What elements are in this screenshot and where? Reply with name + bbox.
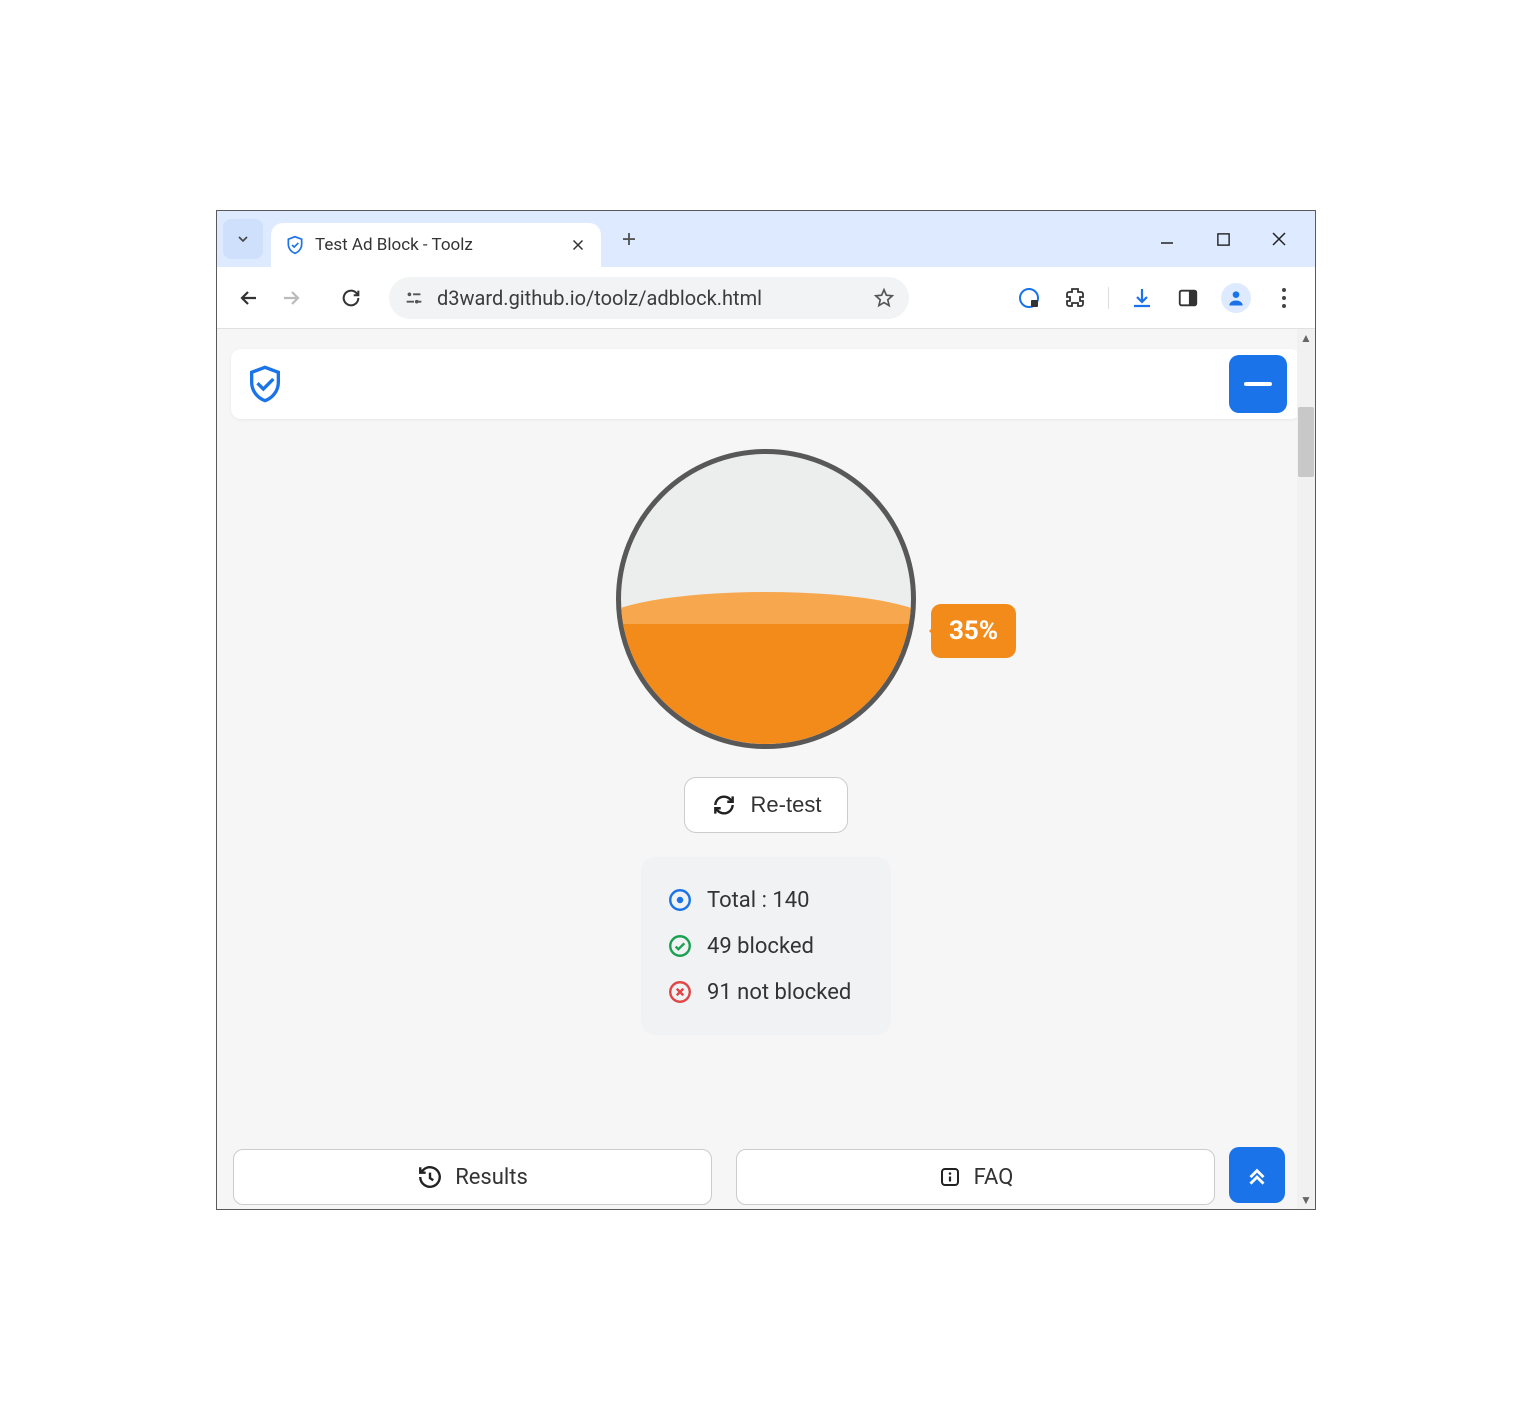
page-viewport: 35% Re-test Total : 140 49 blocked 91 no… (217, 329, 1315, 1209)
arrow-right-icon (279, 286, 303, 310)
back-button[interactable] (235, 284, 263, 312)
x-circle-icon (667, 979, 693, 1005)
gauge-percent-badge: 35% (931, 604, 1016, 658)
forward-button[interactable] (277, 284, 305, 312)
retest-button[interactable]: Re-test (684, 777, 849, 833)
new-tab-button[interactable] (609, 219, 649, 259)
info-icon (938, 1165, 962, 1189)
close-icon[interactable] (569, 236, 587, 254)
maximize-button[interactable] (1213, 229, 1233, 249)
main-content: 35% Re-test Total : 140 49 blocked 91 no… (217, 419, 1315, 1035)
browser-tab[interactable]: Test Ad Block - Toolz (271, 223, 601, 267)
extension-adblock-icon[interactable] (1016, 285, 1042, 311)
scrollbar[interactable]: ▲ ▼ (1297, 329, 1315, 1209)
tab-search-dropdown[interactable] (223, 219, 263, 259)
address-bar[interactable]: d3ward.github.io/toolz/adblock.html (389, 277, 909, 319)
bookmark-star-icon[interactable] (873, 287, 895, 309)
stats-box: Total : 140 49 blocked 91 not blocked (641, 857, 891, 1035)
toolbar-icons (1016, 283, 1297, 313)
double-chevron-up-icon (1244, 1162, 1270, 1188)
stat-blocked: 49 blocked (667, 923, 865, 969)
results-label: Results (455, 1165, 528, 1190)
toolbar-divider (1108, 287, 1109, 309)
browser-menu-button[interactable] (1271, 285, 1297, 311)
gauge-fill (621, 608, 911, 744)
site-settings-icon[interactable] (403, 287, 425, 309)
plus-icon (620, 230, 638, 248)
app-logo-shield-icon[interactable] (245, 364, 285, 404)
window-controls (1157, 229, 1309, 249)
gauge-wrap: 35% (616, 449, 916, 749)
retest-label: Re-test (751, 792, 822, 818)
results-button[interactable]: Results (233, 1149, 712, 1205)
close-window-button[interactable] (1269, 229, 1289, 249)
chevron-down-icon (235, 231, 251, 247)
profile-avatar[interactable] (1221, 283, 1251, 313)
minimize-button[interactable] (1157, 229, 1177, 249)
downloads-icon[interactable] (1129, 285, 1155, 311)
person-icon (1226, 288, 1246, 308)
shield-icon (285, 235, 305, 255)
scroll-to-top-button[interactable] (1229, 1147, 1285, 1203)
stat-total-text: Total : 140 (707, 888, 809, 913)
bottom-bar: Results FAQ (233, 1149, 1285, 1205)
hamburger-icon (1244, 382, 1272, 386)
check-circle-icon (667, 933, 693, 959)
faq-button[interactable]: FAQ (736, 1149, 1215, 1205)
hamburger-menu-button[interactable] (1229, 355, 1287, 413)
sidepanel-icon[interactable] (1175, 285, 1201, 311)
stat-blocked-text: 49 blocked (707, 934, 814, 959)
stat-total: Total : 140 (667, 877, 865, 923)
tab-title: Test Ad Block - Toolz (315, 235, 559, 255)
extensions-icon[interactable] (1062, 285, 1088, 311)
scroll-up-arrow[interactable]: ▲ (1297, 329, 1315, 347)
browser-toolbar: d3ward.github.io/toolz/adblock.html (217, 267, 1315, 329)
target-icon (667, 887, 693, 913)
arrow-left-icon (237, 286, 261, 310)
page-header (231, 349, 1301, 419)
kebab-icon (1282, 288, 1286, 308)
url-text: d3ward.github.io/toolz/adblock.html (437, 286, 861, 310)
retest-icon (711, 792, 737, 818)
faq-label: FAQ (974, 1165, 1014, 1190)
history-icon (417, 1164, 443, 1190)
scroll-thumb[interactable] (1298, 407, 1314, 477)
tab-strip: Test Ad Block - Toolz (217, 211, 1315, 267)
stat-not-blocked: 91 not blocked (667, 969, 865, 1015)
scroll-down-arrow[interactable]: ▼ (1297, 1191, 1315, 1209)
reload-icon (340, 287, 362, 309)
stat-not-blocked-text: 91 not blocked (707, 980, 851, 1005)
liquid-gauge (616, 449, 916, 749)
reload-button[interactable] (337, 284, 365, 312)
browser-window: Test Ad Block - Toolz d3ward.github.io/t… (216, 210, 1316, 1210)
